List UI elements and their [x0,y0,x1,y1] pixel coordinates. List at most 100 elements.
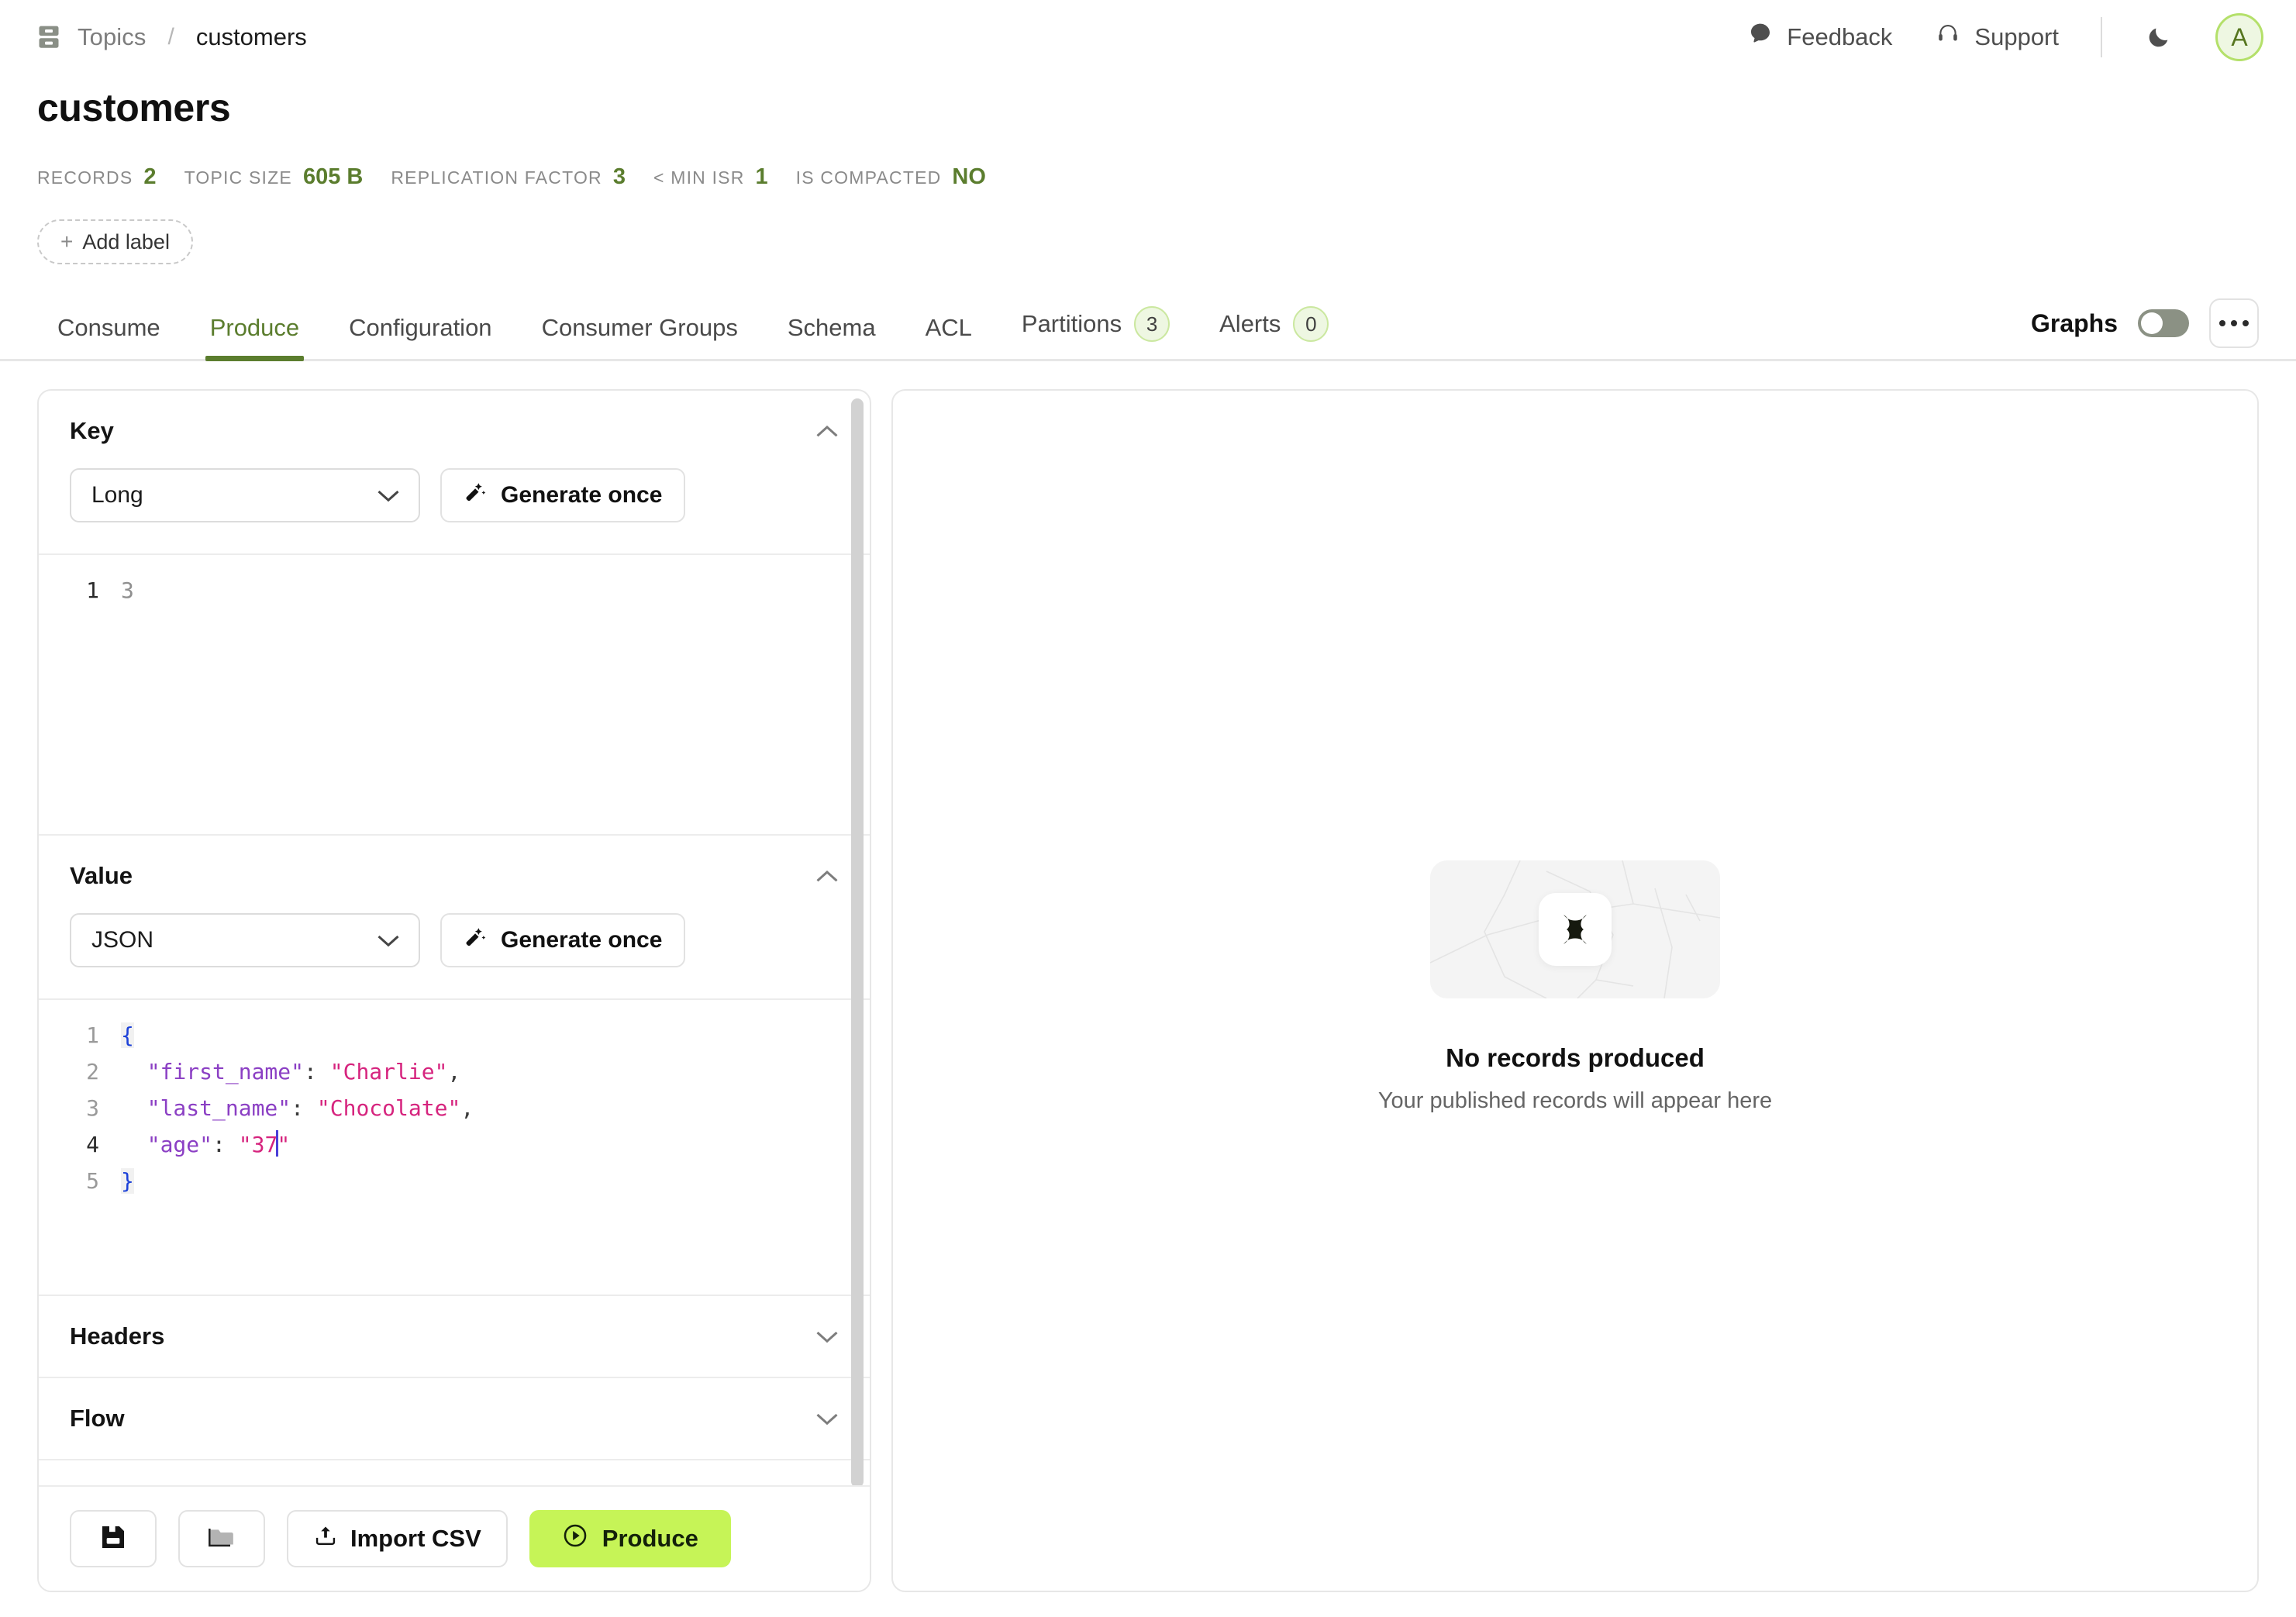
chevron-up-icon[interactable] [815,424,839,438]
stat-value-records: 2 [143,164,157,189]
produce-label: Produce [602,1525,698,1552]
tab-schema[interactable]: Schema [763,314,901,359]
more-options-button[interactable] [2209,298,2259,348]
stat-value-is-compacted: NO [952,164,986,189]
key-generate-once-button[interactable]: Generate once [440,468,686,522]
breadcrumb-separator: / [167,24,174,50]
tab-configuration[interactable]: Configuration [324,314,516,359]
json-key-age: "age" [147,1132,213,1157]
value-generate-label: Generate once [501,927,663,953]
tab-acl[interactable]: ACL [901,314,997,359]
feedback-button[interactable]: Feedback [1726,22,1914,53]
support-button[interactable]: Support [1914,22,2081,53]
status-badge: 0 [1293,306,1329,342]
chevron-up-icon[interactable] [815,869,839,883]
line-number: 1 [86,578,99,603]
plus-icon: + [60,229,74,253]
json-value-first-name: "Charlie" [329,1059,448,1084]
labels-row: + Add label [0,219,2296,264]
value-generate-once-button[interactable]: Generate once [440,913,686,967]
key-controls: Long Generate once [39,468,870,553]
avatar[interactable]: A [2215,13,2263,61]
additional-options-accordion[interactable]: Additional options [39,1459,870,1485]
editor-line: 5 } [39,1163,870,1199]
dot [2243,320,2249,326]
tab-label: Schema [787,314,876,341]
support-label: Support [1974,23,2059,50]
import-csv-label: Import CSV [350,1525,481,1552]
tab-consumer-groups[interactable]: Consumer Groups [517,314,763,359]
tab-label: Configuration [349,314,492,341]
producer-scroll-area: Key Long Generate once 1 3 Value JSON Ge… [39,391,870,1485]
breadcrumb-topics-link[interactable]: Topics [78,23,146,51]
line-number: 2 [86,1059,99,1084]
key-section-title: Key [70,417,114,444]
value-format-select[interactable]: JSON [70,913,420,967]
tab-label: Produce [209,314,300,341]
headers-title: Headers [70,1322,165,1350]
chevron-down-icon[interactable] [815,1329,839,1343]
folder-open-icon [206,1522,237,1557]
tab-label: Partitions [1021,310,1122,337]
open-file-button[interactable] [178,1510,265,1567]
top-bar-divider [2101,17,2102,57]
key-section-header[interactable]: Key [39,391,870,468]
produce-button[interactable]: Produce [529,1510,731,1567]
hourglass-x-icon [1538,892,1612,966]
save-floppy-icon [98,1522,129,1557]
headset-icon [1936,22,1960,53]
tab-bar: Consume Produce Configuration Consumer G… [0,298,2296,361]
json-brace-open: { [121,1022,134,1048]
editor-line: 4 "age": "37" [39,1126,870,1163]
flow-accordion[interactable]: Flow [39,1377,870,1459]
value-section-header[interactable]: Value [39,834,870,913]
page-title: customers [37,86,231,129]
editor-line: 1 { [39,1017,870,1053]
status-badge: 3 [1134,306,1170,342]
vertical-scrollbar[interactable] [851,398,864,1485]
editor-line: 1 3 [39,572,870,609]
producer-footer: Import CSV Produce [39,1485,870,1591]
top-bar-actions: Feedback Support A [1726,13,2263,61]
tab-list: Consume Produce Configuration Consumer G… [37,306,1353,361]
graphs-toggle[interactable] [2138,309,2189,337]
tab-partitions[interactable]: Partitions 3 [997,306,1195,359]
save-button[interactable] [70,1510,157,1567]
magic-wand-icon [464,480,488,511]
produced-records-panel: No records produced Your published recor… [891,389,2259,1592]
headers-accordion[interactable]: Headers [39,1295,870,1377]
stat-value-min-isr: 1 [755,164,768,189]
upload-icon [313,1523,338,1554]
topic-stats: RECORDS 2 TOPIC SIZE 605 B REPLICATION F… [37,164,2259,190]
value-editor[interactable]: 1 { 2 "first_name": "Charlie", 3 "last_n… [39,998,870,1295]
tab-produce[interactable]: Produce [185,314,324,361]
moon-icon[interactable] [2122,24,2195,50]
editor-line: 3 "last_name": "Chocolate", [39,1090,870,1126]
magic-wand-icon [464,925,488,956]
line-number: 1 [86,1022,99,1048]
chevron-down-icon[interactable] [815,1412,839,1426]
topics-stack-icon [37,24,60,50]
breadcrumb-current: customers [195,23,307,50]
key-editor[interactable]: 1 3 [39,553,870,834]
tab-bar-actions: Graphs [2031,298,2259,359]
json-key-last-name: "last_name" [147,1095,291,1121]
stat-label-replication-factor: REPLICATION FACTOR [391,167,602,188]
stat-label-records: RECORDS [37,167,133,188]
add-label-button[interactable]: + Add label [37,219,193,264]
tab-consume[interactable]: Consume [37,314,185,359]
empty-state-subtitle: Your published records will appear here [1377,1088,1773,1113]
json-value-last-name: "Chocolate" [316,1095,461,1121]
tab-alerts[interactable]: Alerts 0 [1195,306,1353,359]
json-key-first-name: "first_name" [147,1059,305,1084]
breadcrumb: Topics / customers [37,23,307,51]
import-csv-button[interactable]: Import CSV [287,1510,508,1567]
json-value-age: "37 [238,1132,278,1157]
dot [2219,320,2225,326]
key-format-select[interactable]: Long [70,468,420,522]
chevron-down-icon [377,933,400,947]
empty-state-illustration [1429,860,1720,998]
stat-label-topic-size: TOPIC SIZE [184,167,292,188]
page-header: customers RECORDS 2 TOPIC SIZE 605 B REP… [0,74,2296,190]
tab-label: ACL [925,314,972,341]
